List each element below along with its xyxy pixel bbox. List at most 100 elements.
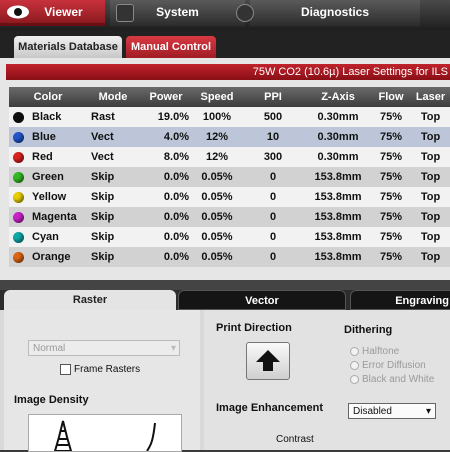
tab-system[interactable]: System [110, 0, 245, 26]
ppi-cell[interactable]: 0 [241, 247, 305, 267]
color-cell: Green [9, 167, 87, 187]
color-cell: Orange [9, 247, 87, 267]
zaxis-cell[interactable]: 0.30mm [305, 147, 371, 167]
mode-cell[interactable]: Skip [87, 247, 139, 267]
dithering-label: Dithering [344, 324, 393, 336]
table-row[interactable]: Black Rast 19.0% 100% 500 0.30mm 75% Top [9, 107, 450, 127]
table-row[interactable]: Red Vect 8.0% 12% 300 0.30mm 75% Top [9, 147, 450, 167]
raster-mode-value: Normal [33, 343, 66, 354]
laser-cell[interactable]: Top [411, 247, 450, 267]
laser-cell[interactable]: Top [411, 127, 450, 147]
power-cell[interactable]: 8.0% [139, 147, 193, 167]
frame-rasters-label: Frame Rasters [74, 364, 141, 376]
zaxis-cell[interactable]: 153.8mm [305, 227, 371, 247]
ppi-cell[interactable]: 300 [241, 147, 305, 167]
speed-cell[interactable]: 0.05% [193, 227, 241, 247]
tab-raster[interactable]: Raster [4, 290, 176, 310]
color-swatch-icon [13, 191, 24, 203]
dither-halftone-radio[interactable]: Halftone [350, 346, 399, 357]
power-cell[interactable]: 0.0% [139, 247, 193, 267]
tab-manual-control[interactable]: Manual Control [126, 36, 216, 58]
power-cell[interactable]: 0.0% [139, 227, 193, 247]
mode-cell[interactable]: Skip [87, 207, 139, 227]
zaxis-cell[interactable]: 153.8mm [305, 247, 371, 267]
mode-cell[interactable]: Rast [87, 107, 139, 127]
tab-viewer[interactable]: Viewer [0, 0, 105, 26]
flow-cell[interactable]: 75% [371, 207, 411, 227]
table-row[interactable]: Yellow Skip 0.0% 0.05% 0 153.8mm 75% Top [9, 187, 450, 207]
color-name: Blue [32, 131, 56, 143]
flow-cell[interactable]: 75% [371, 147, 411, 167]
color-cell: Magenta [9, 207, 87, 227]
flow-cell[interactable]: 75% [371, 247, 411, 267]
flow-cell[interactable]: 75% [371, 167, 411, 187]
laser-cell[interactable]: Top [411, 207, 450, 227]
mode-cell[interactable]: Skip [87, 227, 139, 247]
mode-cell[interactable]: Skip [87, 187, 139, 207]
power-cell[interactable]: 4.0% [139, 127, 193, 147]
settings-tabs: Raster Vector Engraving [0, 290, 450, 310]
flow-cell[interactable]: 75% [371, 227, 411, 247]
frame-rasters-checkbox[interactable]: Frame Rasters [60, 364, 140, 375]
tab-diagnostics[interactable]: Diagnostics [236, 0, 420, 26]
flow-cell[interactable]: 75% [371, 127, 411, 147]
speed-cell[interactable]: 0.05% [193, 187, 241, 207]
dither-error-diffusion-radio[interactable]: Error Diffusion [350, 360, 426, 371]
table-row[interactable]: Green Skip 0.0% 0.05% 0 153.8mm 75% Top [9, 167, 450, 187]
image-enhancement-select[interactable]: Disabled ▾ [348, 403, 436, 419]
flow-cell[interactable]: 75% [371, 107, 411, 127]
ppi-cell[interactable]: 0 [241, 167, 305, 187]
speed-cell[interactable]: 12% [193, 147, 241, 167]
tab-materials-database[interactable]: Materials Database [14, 36, 122, 58]
column-header: Color [9, 87, 87, 107]
speed-cell[interactable]: 100% [193, 107, 241, 127]
flow-cell[interactable]: 75% [371, 187, 411, 207]
checkbox-box[interactable] [60, 364, 71, 375]
tab-viewer-label: Viewer [44, 5, 83, 19]
power-cell[interactable]: 0.0% [139, 207, 193, 227]
table-row[interactable]: Orange Skip 0.0% 0.05% 0 153.8mm 75% Top [9, 247, 450, 267]
speed-cell[interactable]: 12% [193, 127, 241, 147]
zaxis-cell[interactable]: 153.8mm [305, 187, 371, 207]
raster-mode-select[interactable]: Normal ▾ [28, 340, 180, 356]
mode-cell[interactable]: Vect [87, 127, 139, 147]
color-cell: Cyan [9, 227, 87, 247]
mode-cell[interactable]: Vect [87, 147, 139, 167]
table-row[interactable]: Blue Vect 4.0% 12% 10 0.30mm 75% Top [9, 127, 450, 147]
tab-vector[interactable]: Vector [178, 290, 346, 310]
print-direction-label: Print Direction [216, 322, 292, 334]
dither-option-label: Halftone [362, 346, 400, 357]
radio-icon [350, 346, 359, 356]
ppi-cell[interactable]: 0 [241, 187, 305, 207]
speed-cell[interactable]: 0.05% [193, 247, 241, 267]
laser-cell[interactable]: Top [411, 167, 450, 187]
tab-engraving[interactable]: Engraving [350, 290, 450, 310]
system-icon [116, 4, 134, 22]
power-cell[interactable]: 19.0% [139, 107, 193, 127]
zaxis-cell[interactable]: 0.30mm [305, 127, 371, 147]
laser-cell[interactable]: Top [411, 187, 450, 207]
image-density-graph[interactable] [28, 414, 182, 452]
raster-right-pane: Print Direction Dithering Halftone Error… [204, 310, 450, 450]
ppi-cell[interactable]: 500 [241, 107, 305, 127]
laser-cell[interactable]: Top [411, 107, 450, 127]
power-cell[interactable]: 0.0% [139, 167, 193, 187]
ppi-cell[interactable]: 10 [241, 127, 305, 147]
table-row[interactable]: Cyan Skip 0.0% 0.05% 0 153.8mm 75% Top [9, 227, 450, 247]
zaxis-cell[interactable]: 153.8mm [305, 207, 371, 227]
print-direction-button[interactable] [246, 342, 290, 380]
radio-icon [350, 360, 359, 370]
power-cell[interactable]: 0.0% [139, 187, 193, 207]
dither-black-white-radio[interactable]: Black and White [350, 374, 434, 385]
speed-cell[interactable]: 0.05% [193, 167, 241, 187]
mode-cell[interactable]: Skip [87, 167, 139, 187]
laser-cell[interactable]: Top [411, 147, 450, 167]
ppi-cell[interactable]: 0 [241, 207, 305, 227]
laser-cell[interactable]: Top [411, 227, 450, 247]
ppi-cell[interactable]: 0 [241, 227, 305, 247]
table-row[interactable]: Magenta Skip 0.0% 0.05% 0 153.8mm 75% Top [9, 207, 450, 227]
zaxis-cell[interactable]: 0.30mm [305, 107, 371, 127]
zaxis-cell[interactable]: 153.8mm [305, 167, 371, 187]
color-swatch-icon [13, 251, 24, 263]
speed-cell[interactable]: 0.05% [193, 207, 241, 227]
